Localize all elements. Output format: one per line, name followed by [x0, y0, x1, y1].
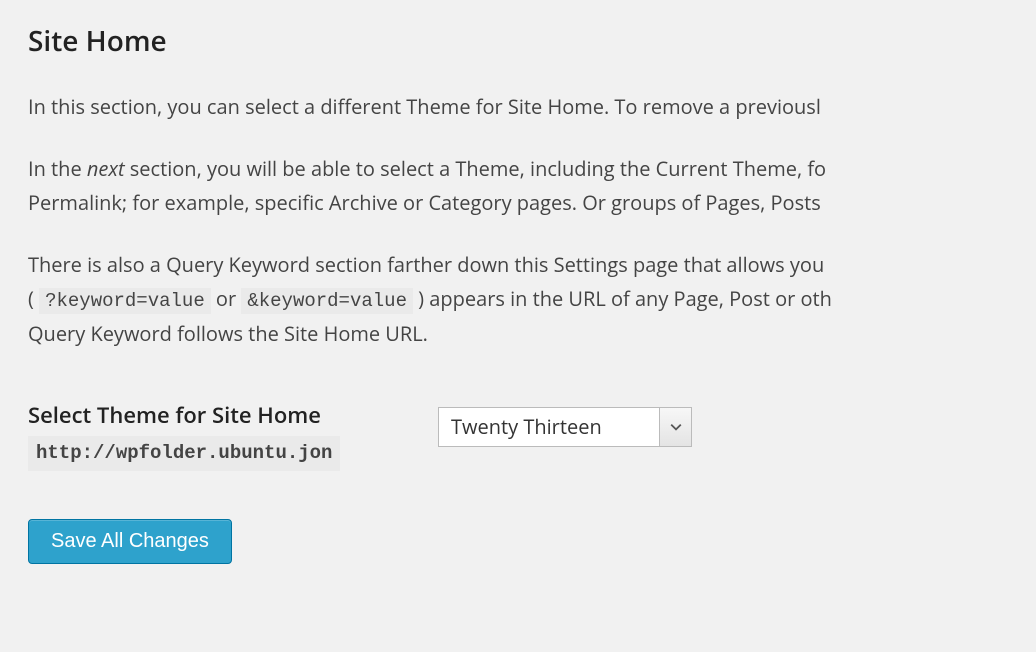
- save-all-changes-button[interactable]: Save All Changes: [28, 519, 232, 564]
- intro-p2-text-a: In the: [28, 155, 87, 182]
- theme-select[interactable]: Twenty Thirteen: [438, 407, 692, 447]
- intro-p2-text-b: section, you will be able to select a Th…: [125, 155, 827, 182]
- chevron-down-icon: [670, 421, 682, 433]
- section-heading: Site Home: [28, 20, 1008, 62]
- site-home-url: http://wpfolder.ubuntu.jon: [28, 436, 340, 471]
- code-query-keyword-amp: &keyword=value: [241, 288, 413, 314]
- code-query-keyword-q: ?keyword=value: [39, 288, 211, 314]
- intro-paragraph-2: In the next section, you will be able to…: [28, 152, 1008, 220]
- theme-select-toggle[interactable]: [659, 408, 691, 446]
- intro-paragraph-3: There is also a Query Keyword section fa…: [28, 248, 1008, 351]
- theme-label-column: Select Theme for Site Home http://wpfold…: [28, 399, 438, 471]
- intro-p2-next-word: next: [87, 155, 125, 182]
- intro-p3-text-a: There is also a Query Keyword section fa…: [28, 251, 824, 278]
- intro-p2-text-c: Permalink; for example, specific Archive…: [28, 189, 821, 216]
- theme-label-title: Select Theme for Site Home: [28, 399, 418, 432]
- intro-p3-text-d: Query Keyword follows the Site Home URL.: [28, 320, 428, 347]
- intro-p3-close: ) appears in the URL of any Page, Post o…: [413, 285, 832, 312]
- theme-select-value: Twenty Thirteen: [439, 408, 659, 446]
- theme-input-column: Twenty Thirteen: [438, 399, 692, 447]
- intro-p3-open: (: [28, 285, 39, 312]
- theme-form-row: Select Theme for Site Home http://wpfold…: [28, 399, 1008, 471]
- intro-paragraph-1: In this section, you can select a differ…: [28, 90, 1008, 124]
- intro-p3-or: or: [211, 285, 242, 312]
